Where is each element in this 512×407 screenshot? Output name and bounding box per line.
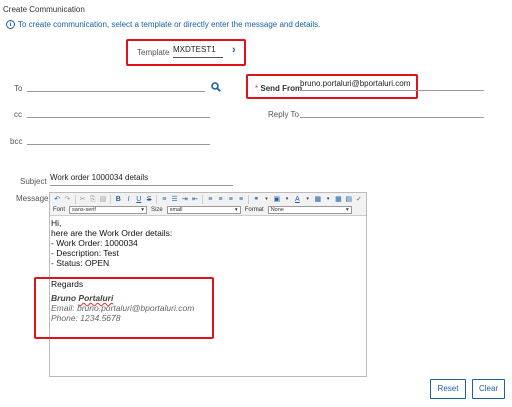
chevron-down-icon: ▾	[345, 207, 349, 213]
align-justify-icon[interactable]: ≡	[237, 195, 245, 204]
subject-input[interactable]: Work order 1000034 details	[50, 173, 233, 186]
reply-to-input[interactable]	[300, 108, 484, 118]
description-line: - Description: Test	[51, 248, 119, 258]
format-select-value: None	[270, 207, 284, 213]
intro-line: here are the Work Order details:	[51, 228, 173, 238]
align-left-icon[interactable]: ≡	[206, 195, 214, 204]
toolbar-divider	[202, 194, 204, 204]
chevron-down-icon[interactable]: ▾	[324, 195, 332, 204]
editor-toolbar: ↶ ↷ ✂ ⎘ ▤ B I U S ≡ ☰ ⇥ ⇤ ≡ ≡ ≡ ≡ ⚭ ▾ ▣ …	[50, 193, 366, 216]
bullet-list-icon[interactable]: ☰	[170, 195, 178, 204]
cc-label: cc	[14, 110, 22, 119]
table-icon[interactable]: ▦	[334, 195, 342, 204]
chevron-down-icon: ▾	[234, 207, 238, 213]
paste-icon[interactable]: ▤	[99, 195, 107, 204]
undo-icon[interactable]: ↶	[53, 195, 61, 204]
subject-value: Work order 1000034 details	[50, 173, 149, 182]
info-message: i To create communication, select a temp…	[6, 20, 320, 29]
bold-icon[interactable]: B	[114, 195, 122, 204]
to-input[interactable]	[27, 82, 205, 92]
align-center-icon[interactable]: ≡	[216, 195, 224, 204]
greeting-line: Hi,	[51, 218, 62, 228]
page-title: Create Communication	[3, 5, 85, 14]
size-label: Size	[151, 207, 163, 213]
chevron-down-icon[interactable]: ▾	[303, 195, 311, 204]
highlight-color-icon[interactable]: ▦	[314, 195, 322, 204]
link-icon[interactable]: ⚭	[252, 195, 260, 204]
font-select[interactable]: sans-serif ▾	[69, 206, 148, 214]
send-from-value: bruno.portaluri@bportaluri.com	[300, 79, 411, 88]
send-from-label: * Send From	[255, 84, 302, 93]
template-value: MXDTEST1	[173, 45, 216, 54]
subject-label: Subject	[20, 177, 47, 186]
bcc-input[interactable]	[27, 135, 210, 145]
template-field[interactable]: MXDTEST1	[173, 45, 223, 58]
underline-icon[interactable]: U	[135, 195, 143, 204]
chevron-down-icon[interactable]: ▾	[283, 195, 291, 204]
align-right-icon[interactable]: ≡	[227, 195, 235, 204]
italic-icon[interactable]: I	[124, 195, 132, 204]
clear-button[interactable]: Clear	[472, 379, 505, 399]
format-label: Format	[244, 207, 264, 213]
toolbar-divider	[248, 194, 250, 204]
cut-icon[interactable]: ✂	[78, 195, 86, 204]
bcc-label: bcc	[10, 137, 23, 146]
chevron-down-icon: ▾	[141, 207, 145, 213]
source-icon[interactable]: ▤	[345, 195, 353, 204]
font-label: Font	[53, 207, 66, 213]
size-select-value: small	[169, 207, 183, 213]
outdent-icon[interactable]: ⇤	[191, 195, 199, 204]
send-from-input[interactable]: bruno.portaluri@bportaluri.com	[300, 79, 484, 91]
size-select[interactable]: small ▾	[166, 206, 241, 214]
redo-icon[interactable]: ↷	[63, 195, 71, 204]
message-label: Message	[16, 194, 49, 203]
info-text: To create communication, select a templa…	[18, 20, 321, 29]
chevron-down-icon[interactable]: ▾	[262, 195, 270, 204]
toolbar-divider	[110, 194, 112, 204]
format-select[interactable]: None ▾	[267, 206, 352, 214]
chevron-right-icon[interactable]: ›	[232, 44, 236, 56]
reply-to-label: Reply To	[268, 110, 299, 119]
required-mark: *	[255, 84, 259, 93]
strikethrough-icon[interactable]: S	[145, 195, 153, 204]
copy-icon[interactable]: ⎘	[89, 195, 97, 204]
template-label: Template	[137, 48, 170, 57]
image-icon[interactable]: ▣	[273, 195, 281, 204]
toolbar-divider	[156, 194, 158, 204]
signature-highlight	[34, 277, 214, 339]
to-label: To	[14, 84, 23, 93]
cc-input[interactable]	[27, 108, 210, 118]
toolbar-divider	[74, 194, 76, 204]
indent-icon[interactable]: ⇥	[181, 195, 189, 204]
spellcheck-icon[interactable]: ✓	[355, 195, 363, 204]
work-order-line: - Work Order: 1000034	[51, 238, 138, 248]
font-color-icon[interactable]: A	[293, 195, 301, 204]
status-line: - Status: OPEN	[51, 258, 110, 268]
info-icon: i	[6, 20, 15, 29]
search-icon[interactable]	[211, 82, 221, 92]
font-select-value: sans-serif	[72, 207, 96, 213]
send-from-label-text: Send From	[260, 84, 303, 93]
ordered-list-icon[interactable]: ≡	[160, 195, 168, 204]
reset-button[interactable]: Reset	[430, 379, 466, 399]
